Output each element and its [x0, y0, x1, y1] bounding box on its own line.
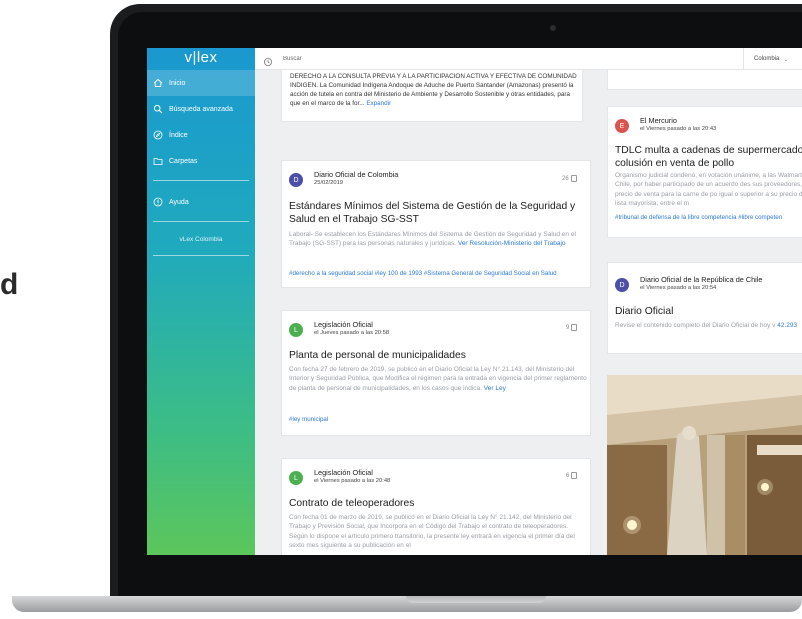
vlex-logo[interactable]: v|lex	[147, 48, 255, 70]
source-date: el Viernes pasado a las 20:48	[314, 478, 391, 484]
news-card-partial	[607, 70, 802, 90]
top-bar: Colombia ⌄	[255, 48, 802, 70]
count-value: 26	[562, 175, 569, 182]
card-source: E El Mercurio el Viernes pasado a las 20…	[615, 116, 716, 133]
news-card[interactable]: D Diario Oficial de Colombia 25/02/2019 …	[281, 160, 591, 288]
cropped-heading-text: d	[0, 268, 19, 301]
sidebar-item-busqueda-avanzada[interactable]: Búsqueda avanzada	[147, 96, 255, 122]
folder-icon	[153, 156, 163, 166]
source-avatar: L	[289, 471, 303, 485]
card-title[interactable]: Estándares Mínimos del Sistema de Gestió…	[289, 200, 587, 226]
document-icon	[571, 324, 578, 331]
laptop-notch	[406, 596, 546, 603]
sidebar-item-ayuda[interactable]: Ayuda	[147, 189, 255, 215]
sidebar-divider	[153, 255, 249, 256]
card-source: L Legislación Oficial el Jueves pasado a…	[289, 320, 389, 337]
source-avatar: D	[615, 278, 629, 292]
news-card[interactable]: D Diario Oficial de la República de Chil…	[607, 262, 802, 354]
card-source: D Diario Oficial de la República de Chil…	[615, 275, 763, 292]
news-card[interactable]: L Legislación Oficial el Jueves pasado a…	[281, 310, 591, 436]
laptop-mockup: d v|lex Inicio Búsqueda avanzada Índice …	[0, 0, 802, 619]
sidebar-item-carpetas[interactable]: Carpetas	[147, 148, 255, 174]
card-link[interactable]: 42.293	[777, 322, 797, 329]
citation-count[interactable]: 9	[566, 324, 578, 331]
source-avatar: D	[289, 173, 303, 187]
source-info: El Mercurio el Viernes pasado a las 20:4…	[640, 116, 716, 133]
country-select[interactable]: Colombia ⌄	[743, 48, 788, 70]
news-card[interactable]: L Legislación Oficial el Viernes pasado …	[281, 458, 591, 555]
card-description-text: Revise el contenido completo del Diario …	[615, 322, 776, 329]
sidebar-item-label: Índice	[169, 131, 188, 139]
document-icon	[571, 472, 578, 479]
sidebar-item-indice[interactable]: Índice	[147, 122, 255, 148]
compass-icon	[153, 130, 163, 140]
card-title[interactable]: Contrato de teleoperadores	[289, 497, 587, 510]
sidebar-item-label: Búsqueda avanzada	[169, 105, 233, 113]
source-info: Legislación Oficial el Jueves pasado a l…	[314, 320, 389, 337]
card-tags[interactable]: #ley municipal	[289, 415, 589, 424]
document-icon	[570, 175, 577, 182]
source-date: 25/02/2019	[314, 180, 344, 186]
source-info: Legislación Oficial el Viernes pasado a …	[314, 468, 390, 485]
card-description-text: Con fecha 27 de febrero de 2019, se publ…	[289, 366, 587, 392]
excerpt-body: DERECHO A LA CONSULTA PREVIA Y A LA PART…	[290, 73, 577, 107]
count-value: 9	[566, 324, 570, 331]
source-name[interactable]: Diario Oficial de Colombia	[314, 170, 398, 179]
sidebar-divider	[153, 180, 249, 181]
home-icon	[153, 78, 163, 88]
card-link[interactable]: Ver Resolución-Ministerio del Trabajo	[458, 240, 566, 247]
sidebar-item-label: Ayuda	[169, 198, 189, 206]
excerpt-text: DERECHO A LA CONSULTA PREVIA Y A LA PART…	[290, 72, 578, 108]
app-screen: v|lex Inicio Búsqueda avanzada Índice Ca…	[147, 48, 802, 555]
expand-link[interactable]: Expandir	[366, 100, 391, 107]
source-date: el Viernes pasado a las 20:54	[640, 285, 717, 291]
source-info: Diario Oficial de la República de Chile …	[640, 275, 763, 292]
card-source: D Diario Oficial de Colombia 25/02/2019	[289, 170, 398, 187]
card-title[interactable]: Diario Oficial	[615, 305, 802, 318]
source-name[interactable]: Diario Oficial de la República de Chile	[640, 275, 763, 284]
sidebar: v|lex Inicio Búsqueda avanzada Índice Ca…	[147, 48, 255, 555]
source-avatar: E	[615, 119, 629, 133]
news-photo[interactable]	[607, 375, 802, 555]
sidebar-country-link[interactable]: vLex Colombia	[147, 230, 255, 249]
card-link[interactable]: Ver Ley	[484, 385, 506, 392]
search-input[interactable]	[283, 54, 703, 64]
camera-icon	[550, 25, 556, 31]
sidebar-item-label: Inicio	[169, 79, 186, 87]
chevron-down-icon: ⌄	[783, 56, 789, 63]
history-icon[interactable]	[263, 54, 273, 66]
card-tags[interactable]: #tribunal de defensa de la libre compete…	[615, 213, 802, 222]
card-description: Revise el contenido completo del Diario …	[615, 321, 802, 330]
sidebar-divider	[153, 221, 249, 222]
excerpt-card: DERECHO A LA CONSULTA PREVIA Y A LA PART…	[281, 70, 583, 122]
card-description: Laboral- Se establecen los Estándares Mí…	[289, 230, 587, 249]
card-tags[interactable]: #derecho a la seguridad social #ley 100 …	[289, 269, 589, 278]
citation-count[interactable]: 6	[566, 472, 578, 479]
source-name[interactable]: Legislación Oficial	[314, 468, 390, 477]
card-description: Organismo judicial condenó, en votación …	[615, 172, 802, 207]
news-card[interactable]: E El Mercurio el Viernes pasado a las 20…	[607, 106, 802, 238]
card-description: Con fecha 01 de marzo de 2019, se public…	[289, 514, 575, 549]
citation-count[interactable]: 26	[562, 175, 577, 182]
count-value: 6	[566, 472, 570, 479]
card-description: Con fecha 27 de febrero de 2019, se publ…	[289, 365, 587, 393]
laptop-chin	[118, 555, 802, 596]
card-title[interactable]: TDLC multa a cadenas de supermercado col…	[615, 144, 802, 170]
country-select-value: Colombia	[754, 56, 780, 62]
source-date: el Jueves pasado a las 20:58	[314, 330, 390, 336]
help-icon	[153, 197, 163, 207]
sidebar-item-inicio[interactable]: Inicio	[147, 70, 255, 96]
search-icon	[153, 104, 163, 114]
source-avatar: L	[289, 323, 303, 337]
source-name[interactable]: Legislación Oficial	[314, 320, 389, 329]
source-date: el Viernes pasado a las 20:43	[640, 126, 717, 132]
source-info: Diario Oficial de Colombia 25/02/2019	[314, 170, 398, 187]
source-name[interactable]: El Mercurio	[640, 116, 716, 125]
card-source: L Legislación Oficial el Viernes pasado …	[289, 468, 390, 485]
sidebar-item-label: Carpetas	[169, 157, 198, 165]
card-title[interactable]: Planta de personal de municipalidades	[289, 349, 587, 362]
